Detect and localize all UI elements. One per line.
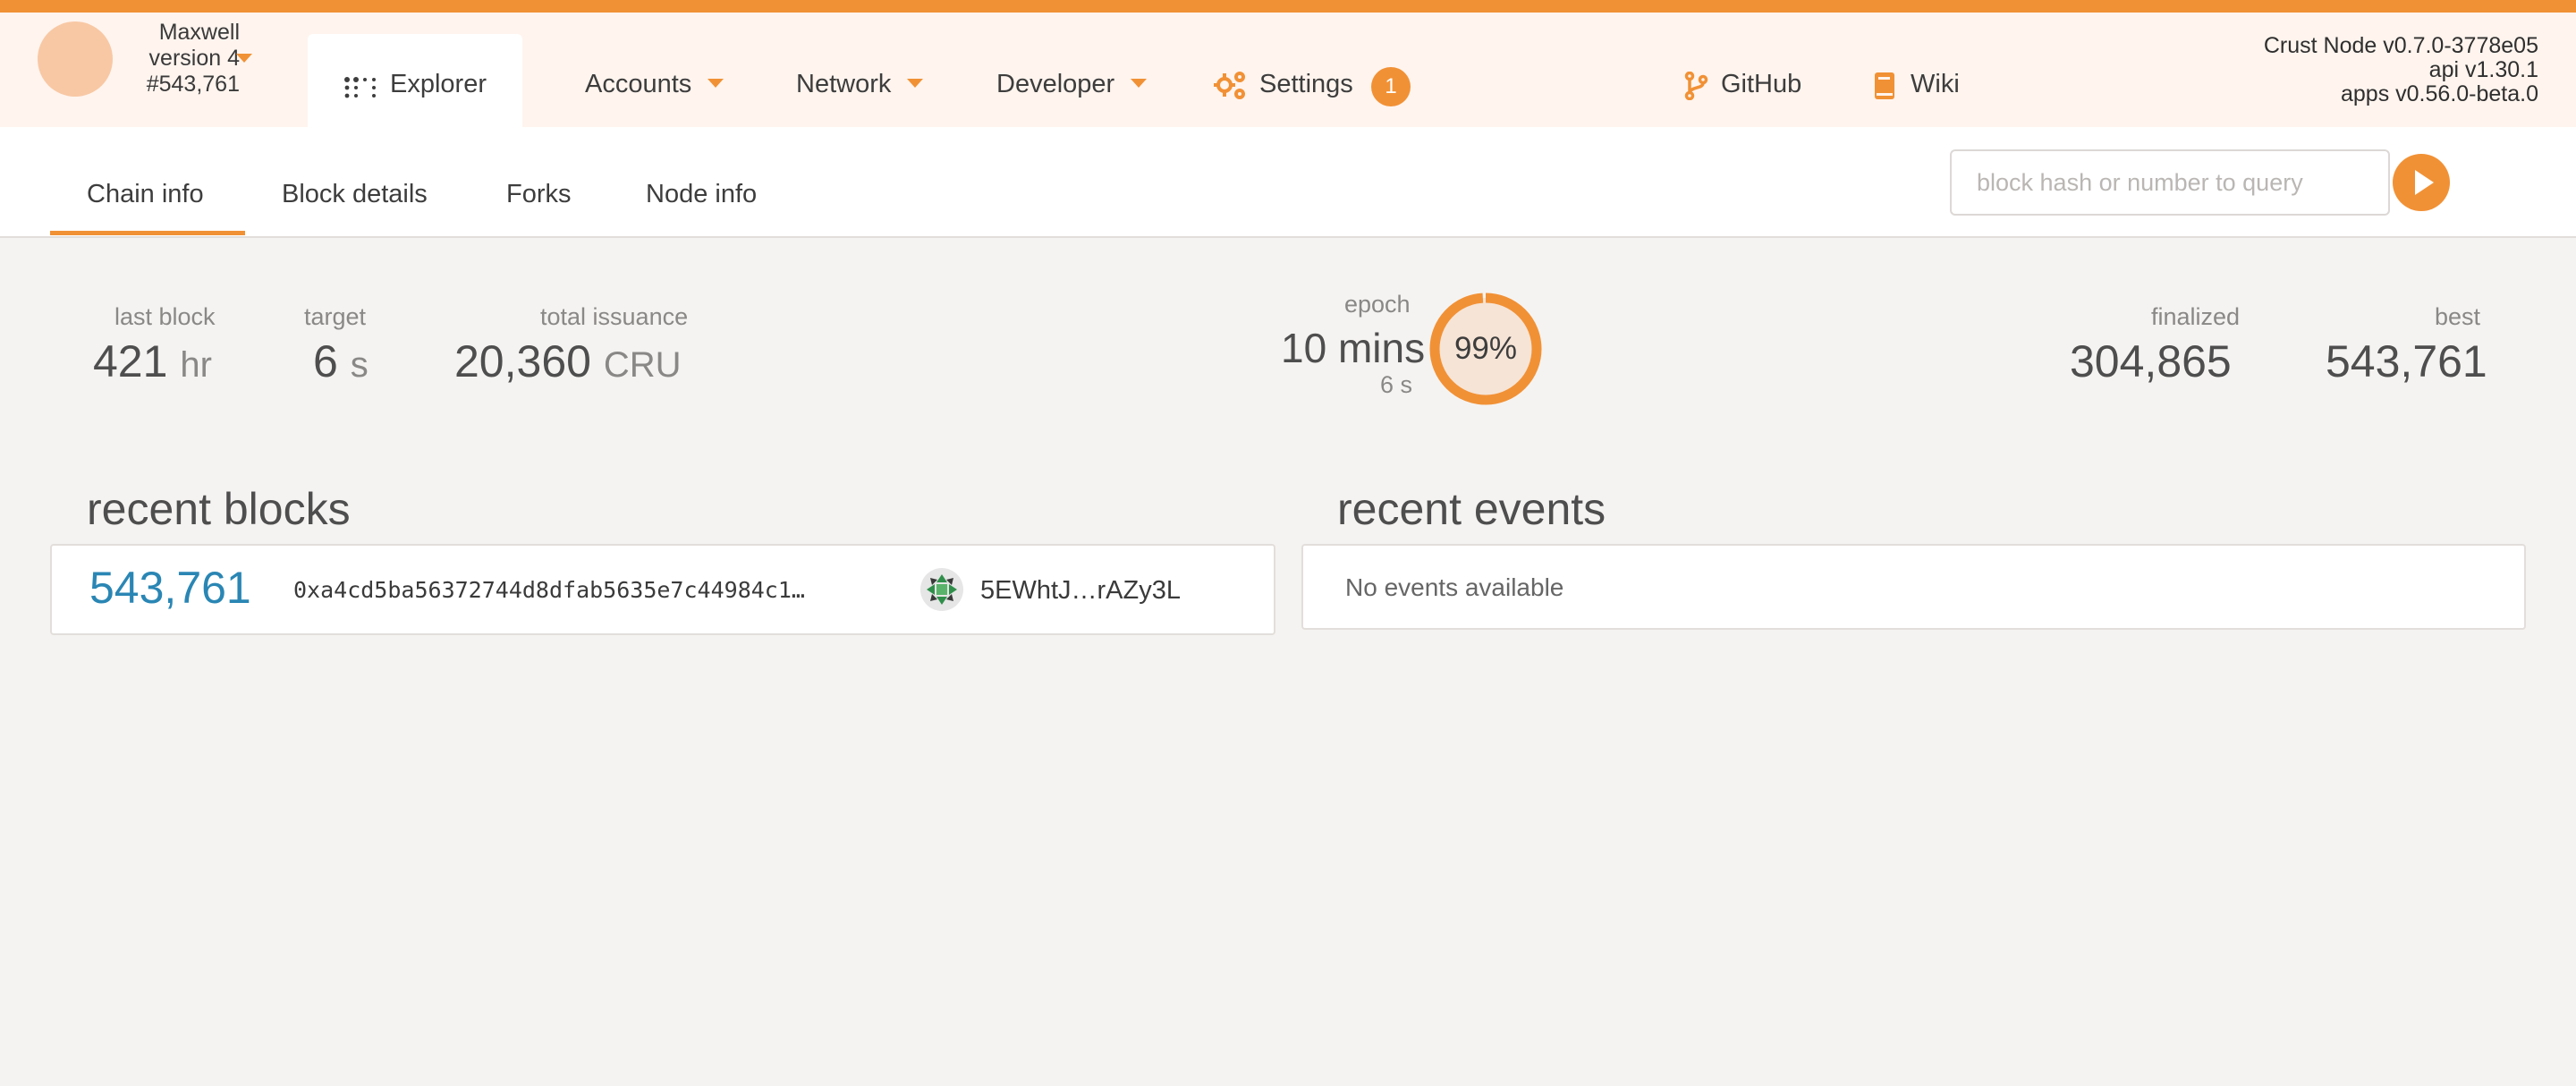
best-label: best [2435,303,2481,330]
target-label: target [304,303,367,330]
chain-name: Maxwell [158,20,240,45]
grid-icon [344,77,376,98]
apps-version: apps v0.56.0-beta.0 [2341,81,2538,106]
last-block-unit: hr [180,345,212,385]
no-events-message: No events available [1345,573,1564,601]
epoch-percent: 99% [1453,331,1518,366]
target-unit: s [350,345,369,385]
chevron-down-icon[interactable] [236,54,252,63]
chain-logo[interactable] [38,21,113,97]
tab-block-details[interactable]: Block details [282,180,428,209]
total-issuance-label: total issuance [540,303,689,330]
settings-badge: 1 [1371,67,1411,106]
last-block-value: 421 hr [93,335,212,387]
nav-github[interactable]: GitHub [1721,70,1801,99]
nav-network-label: Network [796,70,892,98]
tab-chain-info[interactable]: Chain info [87,180,204,209]
tab-forks[interactable]: Forks [506,180,572,209]
best-value: 543,761 [2326,336,2487,386]
block-number-link[interactable]: 543,761 [89,562,251,614]
chevron-down-icon [907,79,924,89]
block-query-input[interactable] [1950,149,2390,216]
book-icon [1875,72,1894,99]
target-number: 6 [313,336,338,386]
active-tab-indicator [50,231,245,235]
api-version: api v1.30.1 [2428,57,2538,82]
epoch-value: 10 mins [1281,325,1426,371]
chain-best-block: #543,761 [146,72,240,97]
chevron-down-icon [708,79,724,89]
nav-wiki[interactable]: Wiki [1911,70,1960,99]
finalized-label: finalized [2151,303,2241,330]
tab-node-info[interactable]: Node info [646,180,757,209]
total-issuance-unit: CRU [603,345,682,385]
gear-icon [1214,72,1245,99]
target-value: 6 s [313,335,369,387]
play-icon[interactable] [2393,154,2450,211]
last-block-label: last block [114,303,216,330]
nav-developer-label: Developer [996,70,1115,98]
nav-developer[interactable]: Developer [996,70,1148,99]
last-block-number: 421 [93,336,168,386]
nav-explorer-label[interactable]: Explorer [390,70,487,99]
version-info: Crust Node v0.7.0-3778e05 api v1.30.1 ap… [2264,34,2538,106]
total-issuance-value: 20,360 CRU [454,335,682,387]
epoch-label: epoch [1344,291,1411,318]
finalized-value: 304,865 [2070,336,2232,386]
identicon-icon[interactable] [919,567,964,612]
chain-selector[interactable]: Maxwell version 4 #543,761 [123,20,240,98]
epoch-sub: 6 s [1380,371,1413,398]
nav-accounts[interactable]: Accounts [585,70,724,99]
top-accent-bar [0,0,2576,13]
recent-blocks-title: recent blocks [87,484,351,534]
total-issuance-number: 20,360 [454,336,591,386]
nav-accounts-label: Accounts [585,70,692,98]
nav-network[interactable]: Network [796,70,924,99]
block-author[interactable]: 5EWhtJ…rAZy3L [980,576,1181,606]
block-hash: 0xa4cd5ba56372744d8dfab5635e7c44984c1… [293,577,805,603]
node-version: Crust Node v0.7.0-3778e05 [2263,33,2538,58]
github-icon [1684,72,1708,100]
recent-events-title: recent events [1337,484,1606,534]
nav-settings[interactable]: Settings [1259,70,1353,99]
chain-version: version 4 [148,46,240,71]
chevron-down-icon [1131,79,1148,89]
